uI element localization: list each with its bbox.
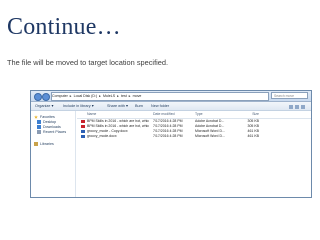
star-icon: [34, 115, 38, 119]
column-header-size[interactable]: Size: [239, 112, 259, 117]
file-size: 461 KB: [247, 134, 259, 138]
file-type: Microsoft Word D...: [195, 134, 225, 138]
navigation-pane: Favorites Desktop Downloads Recent Place…: [31, 111, 76, 197]
view-options[interactable]: [287, 104, 305, 109]
help-icon[interactable]: [301, 105, 305, 109]
breadcrumb-mulels[interactable]: MuleLS: [103, 94, 115, 98]
breadcrumb-separator: ▸: [99, 94, 101, 98]
file-name: groovy_mode.docx: [87, 134, 117, 138]
breadcrumb-local-disk[interactable]: Local Disk (D:): [74, 94, 98, 98]
word-doc-icon: [81, 129, 85, 134]
share-with-button[interactable]: Share with ▾: [107, 102, 128, 110]
breadcrumb-move[interactable]: move: [133, 94, 142, 98]
burn-button[interactable]: Burn: [135, 102, 143, 110]
file-row[interactable]: groovy_mode.docx 7/17/2016 4:28 PM Micro…: [77, 134, 311, 139]
forward-button[interactable]: [42, 93, 50, 101]
nav-item-label: Downloads: [43, 125, 61, 130]
new-folder-button[interactable]: New folder: [151, 102, 169, 110]
view-icon[interactable]: [289, 105, 293, 109]
nav-item-label: Favorites: [40, 115, 55, 120]
nav-item-favorites[interactable]: Favorites: [34, 115, 55, 119]
nav-item-downloads[interactable]: Downloads: [37, 125, 61, 129]
breadcrumb-separator: ▸: [117, 94, 119, 98]
nav-item-desktop[interactable]: Desktop: [37, 120, 56, 124]
address-bar-row: Computer ▸ Local Disk (D:) ▸ MuleLS ▸ test ▸ mov…: [31, 91, 311, 102]
recent-places-icon: [37, 130, 41, 134]
breadcrumb-separator: ▸: [69, 94, 72, 98]
breadcrumb-separator: ▸: [128, 94, 131, 98]
pdf-icon: [81, 119, 85, 124]
nav-item-libraries[interactable]: Libraries: [34, 142, 54, 146]
search-input[interactable]: Search move: [271, 92, 308, 99]
file-date: 7/17/2016 4:28 PM: [153, 134, 183, 138]
slide-title: Continue…: [7, 14, 121, 40]
nav-item-label: Recent Places: [43, 130, 67, 135]
libraries-icon: [34, 142, 38, 146]
breadcrumb-test[interactable]: test: [121, 94, 127, 98]
include-in-library-button[interactable]: Include in library ▾: [63, 102, 94, 110]
nav-item-recent-places[interactable]: Recent Places: [37, 130, 66, 134]
column-header-type[interactable]: Type: [195, 112, 235, 117]
slide-subtitle: The file will be moved to target locatio…: [7, 58, 169, 67]
address-bar[interactable]: Computer ▸ Local Disk (D:) ▸ MuleLS ▸ test ▸ mov…: [51, 92, 269, 101]
pdf-icon: [81, 124, 85, 129]
file-list: Name Date modified Type Size BPM Skills …: [77, 111, 311, 197]
desktop-icon: [37, 120, 41, 124]
explorer-window: Computer ▸ Local Disk (D:) ▸ MuleLS ▸ test ▸ mov…: [30, 90, 312, 198]
column-header-date-modified[interactable]: Date modified: [153, 112, 191, 117]
column-header-name[interactable]: Name: [87, 112, 149, 117]
word-doc-icon: [81, 134, 85, 139]
breadcrumb-computer[interactable]: Computer: [52, 94, 68, 98]
back-button[interactable]: [34, 93, 42, 101]
organize-button[interactable]: Organize ▾: [35, 102, 53, 110]
nav-item-label: Desktop: [43, 120, 57, 125]
column-header-row: Name Date modified Type Size: [77, 112, 311, 119]
downloads-icon: [37, 125, 41, 129]
command-toolbar: Organize ▾ Include in library ▾ Share wi…: [31, 102, 311, 111]
preview-pane-icon[interactable]: [295, 105, 299, 109]
nav-item-label: Libraries: [40, 142, 54, 147]
